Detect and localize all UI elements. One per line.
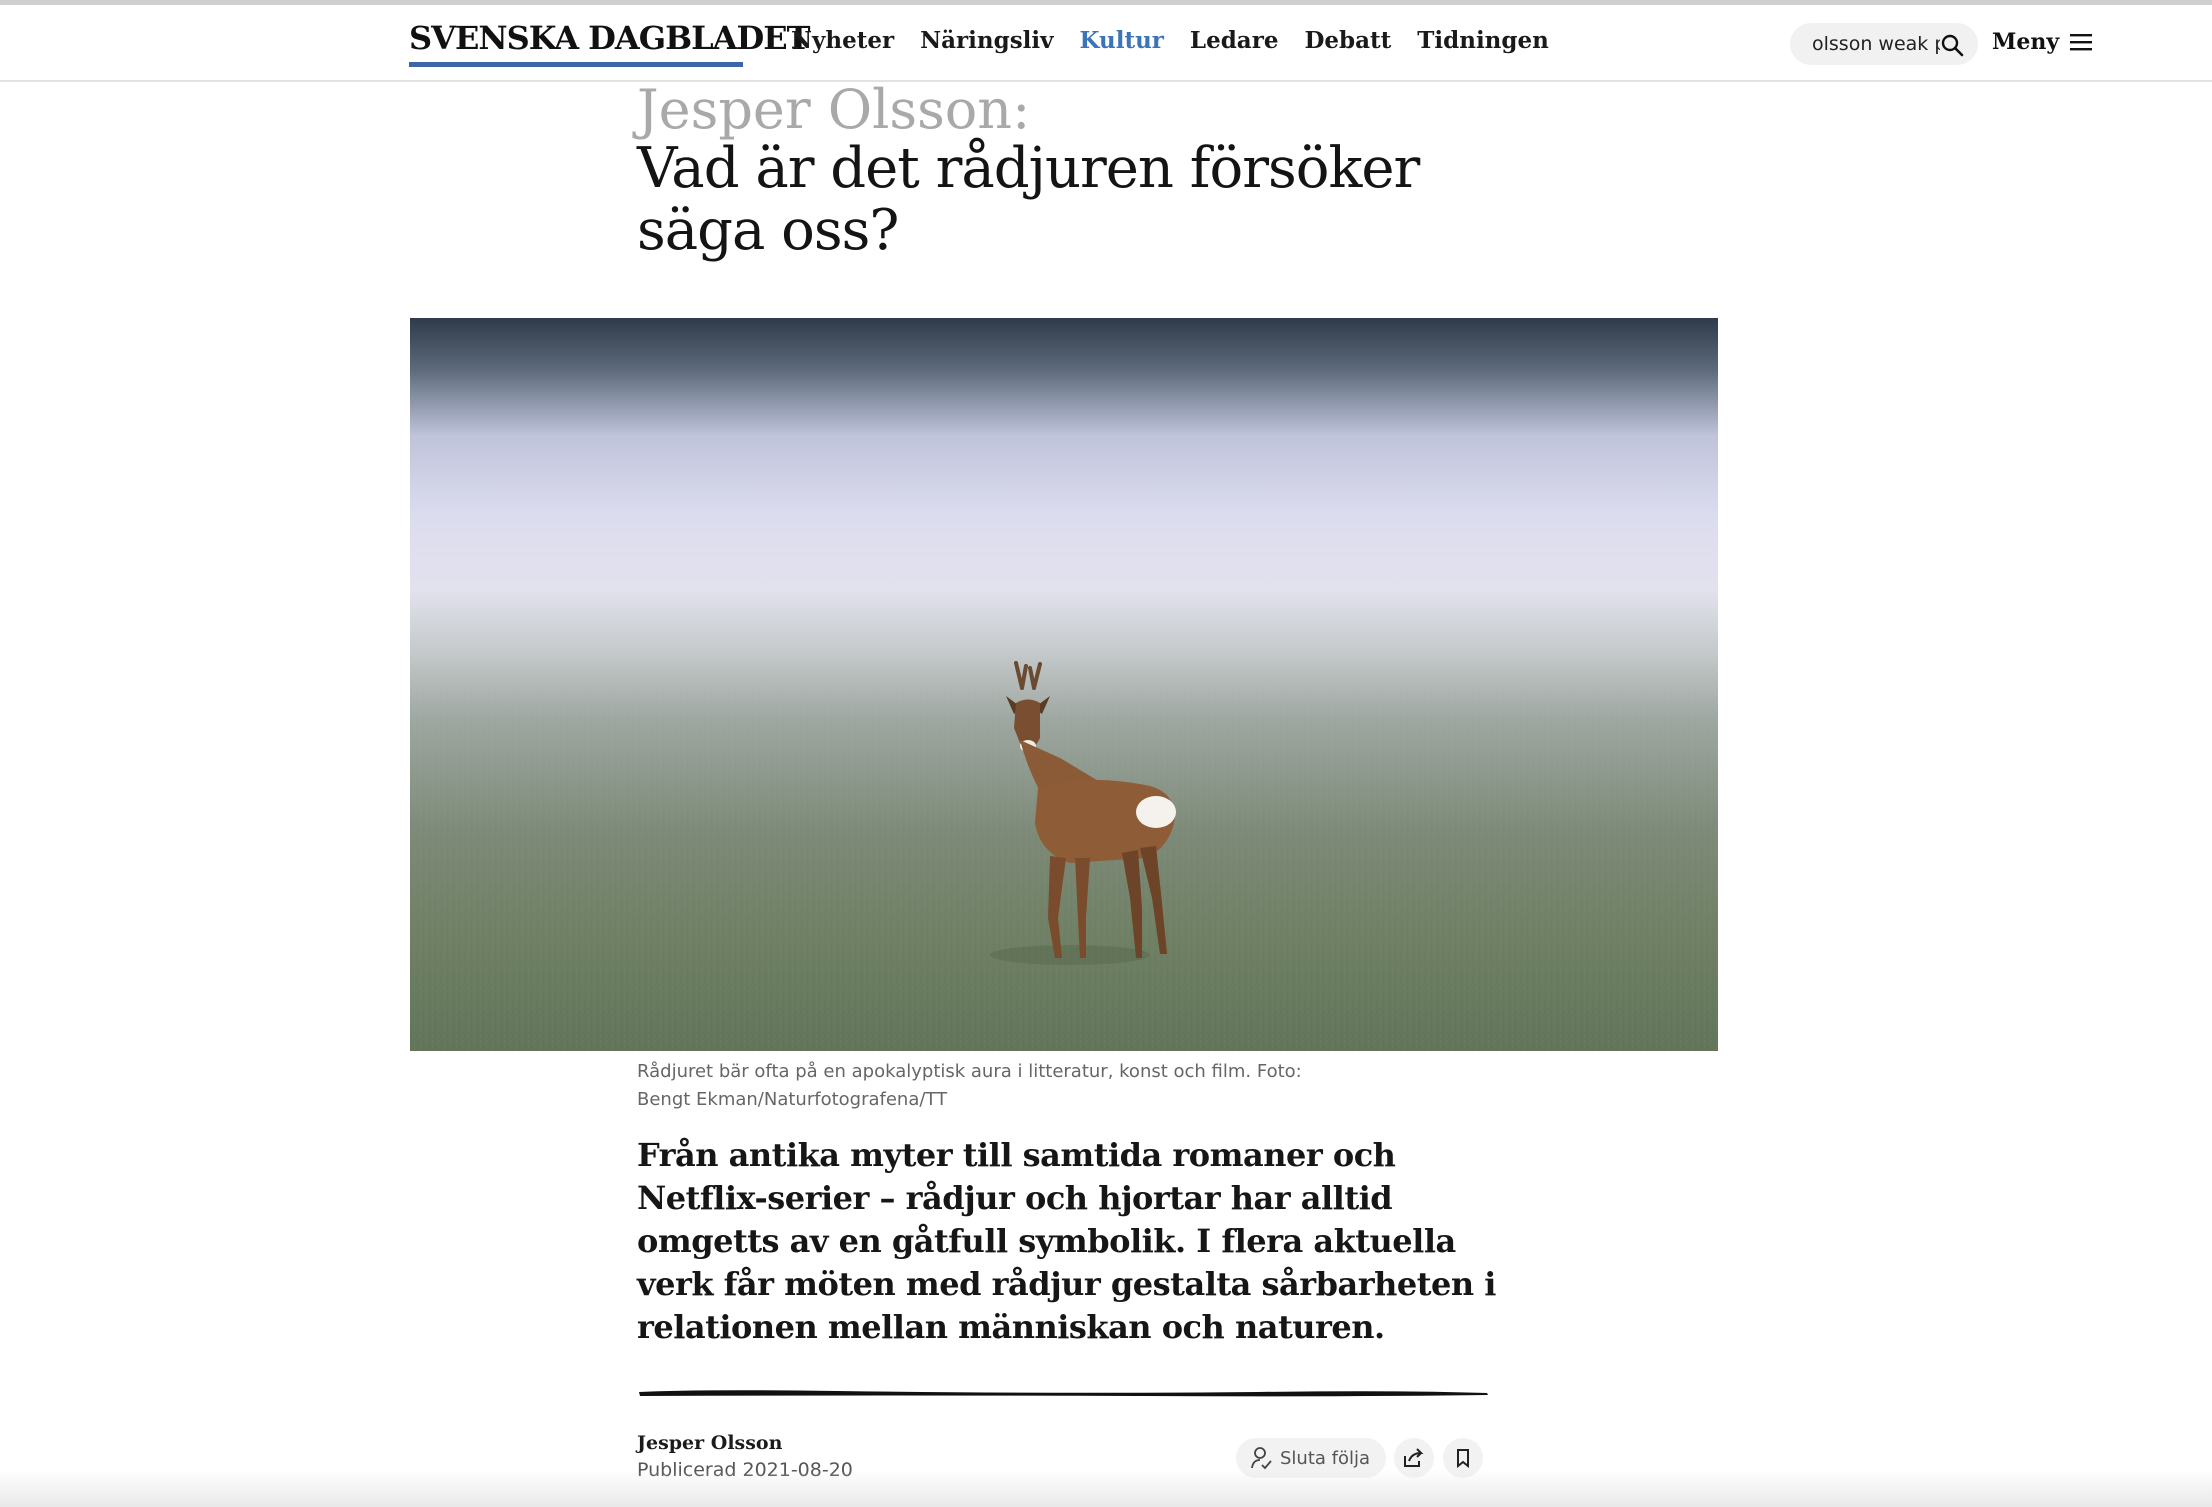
- nav-item-debatt[interactable]: Debatt: [1304, 27, 1391, 54]
- search-input[interactable]: olsson weak p: [1812, 33, 1940, 55]
- nav-item-ledare[interactable]: Ledare: [1190, 27, 1279, 54]
- author-name[interactable]: Jesper Olsson: [637, 1432, 782, 1454]
- nav-item-kultur[interactable]: Kultur: [1080, 27, 1164, 54]
- bookmark-icon: [1457, 1449, 1469, 1468]
- brush-divider: [639, 1390, 1488, 1397]
- image-caption: Rådjuret bär ofta på en apokalyptisk aur…: [637, 1061, 1302, 1110]
- hero-image: [410, 318, 1718, 1051]
- unfollow-label: Sluta följa: [1280, 1447, 1371, 1469]
- article-kicker: Jesper Olsson:: [637, 78, 1031, 141]
- hamburger-icon: [2070, 34, 2093, 51]
- site-header: SVENSKA DAGBLADET Nyheter Näringsliv Kul…: [0, 5, 2212, 82]
- menu-label: Meny: [1992, 29, 2060, 55]
- article-title: Vad är det rådjuren försöker säga oss?: [637, 136, 1420, 263]
- share-icon: [1404, 1448, 1424, 1467]
- nav-item-naringsliv[interactable]: Näringsliv: [920, 27, 1053, 54]
- nav-item-nyheter[interactable]: Nyheter: [791, 27, 894, 54]
- main-nav: Nyheter Näringsliv Kultur Ledare Debatt …: [791, 27, 1549, 54]
- menu-button[interactable]: Meny: [1992, 29, 2093, 55]
- search-field[interactable]: olsson weak p: [1790, 23, 1978, 65]
- search-icon[interactable]: [1940, 33, 1964, 57]
- bottom-fade: [0, 1470, 2212, 1507]
- nav-item-tidningen[interactable]: Tidningen: [1417, 27, 1549, 54]
- logo-underline: [409, 62, 743, 67]
- person-check-icon: [1251, 1447, 1272, 1470]
- logo-text: SVENSKA DAGBLADET: [409, 19, 810, 57]
- site-logo[interactable]: SVENSKA DAGBLADET: [409, 19, 810, 69]
- article-lead: Från antika myter till samtida romaner o…: [637, 1136, 1496, 1346]
